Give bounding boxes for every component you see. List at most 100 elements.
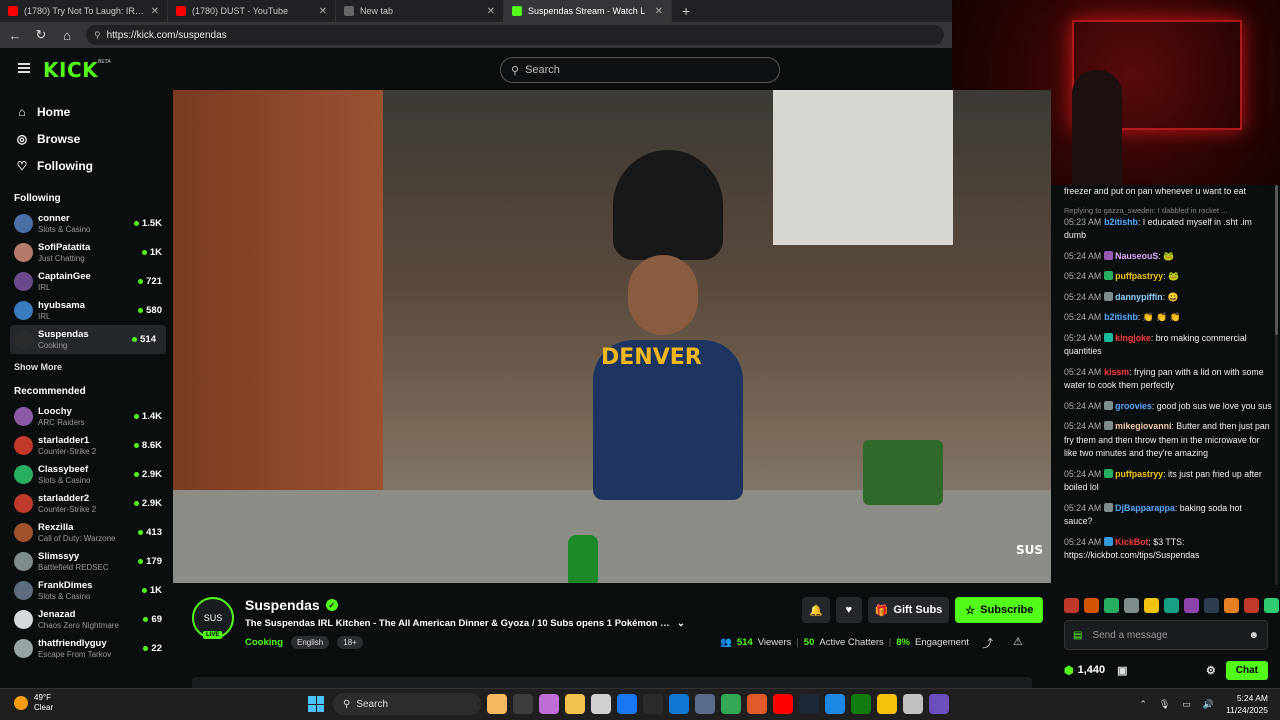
- close-icon[interactable]: ✕: [487, 6, 495, 17]
- clock[interactable]: 5:24 AM 11/24/2025: [1226, 692, 1268, 716]
- chat-send-button[interactable]: Chat: [1225, 660, 1268, 680]
- chevron-up-icon[interactable]: ⌃: [1139, 699, 1147, 710]
- channel-item[interactable]: starladder2 Counter-Strike 2 2.9K: [0, 489, 172, 518]
- chat-username[interactable]: puffpastryy: [1115, 271, 1163, 281]
- channel-item[interactable]: SofiPatatita Just Chatting 1K: [0, 238, 172, 267]
- browser-tab[interactable]: Suspendas Stream - Watch L ✕: [504, 0, 672, 22]
- emote-icon[interactable]: [1124, 598, 1139, 613]
- channel-item[interactable]: Loochy ARC Raiders 1.4K: [0, 402, 172, 431]
- emote-icon[interactable]: [1224, 598, 1239, 613]
- emote-icon[interactable]: [1104, 598, 1119, 613]
- chat-username[interactable]: NauseouS: [1115, 251, 1158, 261]
- emote-icon[interactable]: [1204, 598, 1219, 613]
- emote-icon[interactable]: [1164, 598, 1179, 613]
- channel-item[interactable]: conner Slots & Casino 1.5K: [0, 209, 172, 238]
- taskbar-app-icon[interactable]: [929, 694, 949, 714]
- emote-icon[interactable]: [1184, 598, 1199, 613]
- windows-start-icon[interactable]: [305, 693, 327, 715]
- browser-tab[interactable]: New tab ✕: [336, 0, 504, 22]
- taskbar-search[interactable]: ⚲ Search: [333, 693, 481, 715]
- stream-category[interactable]: Cooking: [245, 637, 283, 648]
- show-more-link[interactable]: Show More: [0, 362, 172, 372]
- emote-icon[interactable]: [1084, 598, 1099, 613]
- report-icon[interactable]: ⚠: [1013, 635, 1023, 648]
- volume-icon[interactable]: 🔊: [1203, 699, 1214, 710]
- sidebar-item-home[interactable]: ⌂ Home: [0, 98, 172, 125]
- tag-mature[interactable]: 18+: [337, 636, 363, 649]
- taskbar-app-icon[interactable]: [617, 694, 637, 714]
- taskbar-app-icon[interactable]: [877, 694, 897, 714]
- emote-icon[interactable]: [1064, 598, 1079, 613]
- channel-item[interactable]: Rexzilla Call of Duty: Warzone 413: [0, 518, 172, 547]
- url-field[interactable]: ⚲ https://kick.com/suspendas: [86, 25, 944, 45]
- share-icon[interactable]: ⤴: [982, 635, 993, 651]
- chat-username[interactable]: mikegiovanni: [1115, 421, 1171, 431]
- taskbar-app-icon[interactable]: [643, 694, 663, 714]
- chat-username[interactable]: b2itishb: [1104, 217, 1138, 227]
- menu-icon[interactable]: [18, 63, 30, 73]
- chat-username[interactable]: puffpastryy: [1115, 469, 1163, 479]
- channel-item[interactable]: Jenazad Chaos Zero Nightmare 69: [0, 605, 172, 634]
- browser-tab[interactable]: (1780) DUST - YouTube ✕: [168, 0, 336, 22]
- emote-icon[interactable]: [1244, 598, 1259, 613]
- emote-icon[interactable]: [1264, 598, 1279, 613]
- taskbar-app-icon[interactable]: [799, 694, 819, 714]
- back-icon[interactable]: ←: [8, 28, 22, 43]
- close-icon[interactable]: ✕: [655, 6, 663, 17]
- taskbar-app-icon[interactable]: [539, 694, 559, 714]
- chat-input-icon[interactable]: ▤: [1073, 630, 1082, 641]
- chat-username[interactable]: KickBot: [1115, 537, 1148, 547]
- close-icon[interactable]: ✕: [319, 6, 327, 17]
- emoji-icon[interactable]: ☻: [1248, 630, 1259, 641]
- gear-icon[interactable]: ⚙: [1206, 664, 1216, 677]
- taskbar-app-icon[interactable]: [747, 694, 767, 714]
- chat-input[interactable]: ▤ Send a message ☻: [1064, 620, 1268, 650]
- taskbar-app-icon[interactable]: [773, 694, 793, 714]
- channel-item[interactable]: hyubsama IRL 580: [0, 296, 172, 325]
- kick-logo[interactable]: KICK: [43, 58, 98, 82]
- network-icon[interactable]: ▭: [1182, 699, 1191, 710]
- channel-item[interactable]: FrankDimes Slots & Casino 1K: [0, 576, 172, 605]
- channel-item[interactable]: thatfriendlyguy Escape From Tarkov 22: [0, 634, 172, 663]
- video-player[interactable]: DENVER SUS: [173, 90, 1051, 583]
- close-icon[interactable]: ✕: [151, 6, 159, 17]
- weather-widget[interactable]: 49°F Clear: [14, 693, 53, 713]
- chat-scrollbar[interactable]: [1275, 185, 1278, 585]
- channel-item[interactable]: Classybeef Slots & Casino 2.9K: [0, 460, 172, 489]
- taskbar-app-icon[interactable]: [851, 694, 871, 714]
- taskbar-app-icon[interactable]: [825, 694, 845, 714]
- streamer-name[interactable]: Suspendas: [245, 597, 320, 613]
- tag-language[interactable]: English: [291, 636, 330, 649]
- taskbar-app-icon[interactable]: [721, 694, 741, 714]
- channel-item[interactable]: Slimssyy Battlefield REDSEC 179: [0, 547, 172, 576]
- chat-username[interactable]: groovies: [1115, 401, 1152, 411]
- taskbar-app-icon[interactable]: [591, 694, 611, 714]
- sidebar-item-browse[interactable]: ◎ Browse: [0, 125, 172, 152]
- microphone-icon[interactable]: 🎙: [1159, 699, 1170, 710]
- notification-bell-button[interactable]: 🔔: [802, 597, 830, 623]
- taskbar-app-icon[interactable]: [695, 694, 715, 714]
- chat-username[interactable]: dannypiffin: [1115, 292, 1162, 302]
- channel-item[interactable]: starladder1 Counter-Strike 2 8.6K: [0, 431, 172, 460]
- taskbar-app-icon[interactable]: [669, 694, 689, 714]
- gift-subs-button[interactable]: 🎁 Gift Subs: [867, 597, 950, 623]
- taskbar-app-icon[interactable]: [903, 694, 923, 714]
- search-input[interactable]: ⚲ Search: [500, 57, 780, 83]
- taskbar-app-icon[interactable]: [513, 694, 533, 714]
- site-info-icon[interactable]: ⚲: [94, 30, 101, 41]
- taskbar-app-icon[interactable]: [487, 694, 507, 714]
- browser-tab[interactable]: (1780) Try Not To Laugh: IRL - Yo ✕: [0, 0, 168, 22]
- taskbar-app-icon[interactable]: [565, 694, 585, 714]
- channel-item[interactable]: Suspendas Cooking 514: [10, 325, 166, 354]
- sidebar-item-following[interactable]: ♡ Following: [0, 152, 172, 179]
- new-tab-icon[interactable]: +: [672, 3, 700, 19]
- gift-icon[interactable]: ▣: [1117, 664, 1127, 677]
- chat-username[interactable]: DjBapparappa: [1115, 503, 1175, 513]
- chat-username[interactable]: kissm: [1104, 367, 1129, 377]
- chevron-down-icon[interactable]: ⌄: [677, 618, 685, 629]
- channel-item[interactable]: CaptainGee IRL 721: [0, 267, 172, 296]
- channel-points[interactable]: ⬢ 1,440: [1064, 664, 1105, 677]
- home-icon[interactable]: ⌂: [60, 28, 74, 43]
- follow-button[interactable]: ♥: [835, 597, 862, 623]
- emote-icon[interactable]: [1144, 598, 1159, 613]
